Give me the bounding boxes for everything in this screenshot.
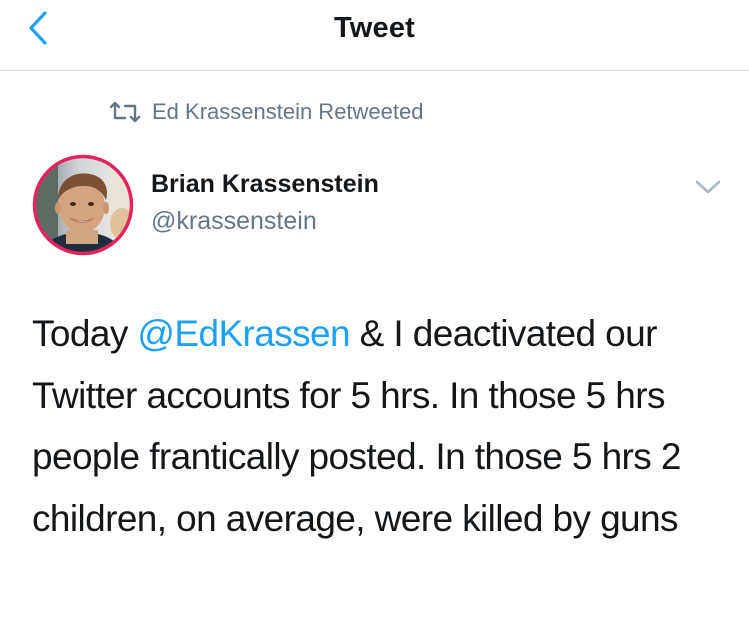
mention-link[interactable]: @EdKrassen bbox=[137, 313, 350, 354]
tweet-options-button[interactable] bbox=[691, 172, 725, 202]
chevron-down-icon bbox=[695, 180, 721, 194]
author-handle[interactable]: @krassenstein bbox=[151, 205, 317, 237]
avatar-photo bbox=[32, 154, 134, 256]
author-name[interactable]: Brian Krassenstein bbox=[151, 168, 379, 200]
tweet-text: Today @EdKrassen & I deactivated our Twi… bbox=[32, 303, 732, 549]
tweet-text-start: Today bbox=[32, 313, 138, 354]
avatar[interactable] bbox=[32, 154, 134, 256]
page-title: Tweet bbox=[333, 12, 416, 44]
retweet-context[interactable]: Ed Krassenstein Retweeted bbox=[108, 95, 424, 129]
retweet-icon bbox=[109, 101, 141, 123]
retweet-context-label: Ed Krassenstein Retweeted bbox=[152, 99, 424, 124]
nav-bar: Tweet bbox=[0, 0, 749, 71]
